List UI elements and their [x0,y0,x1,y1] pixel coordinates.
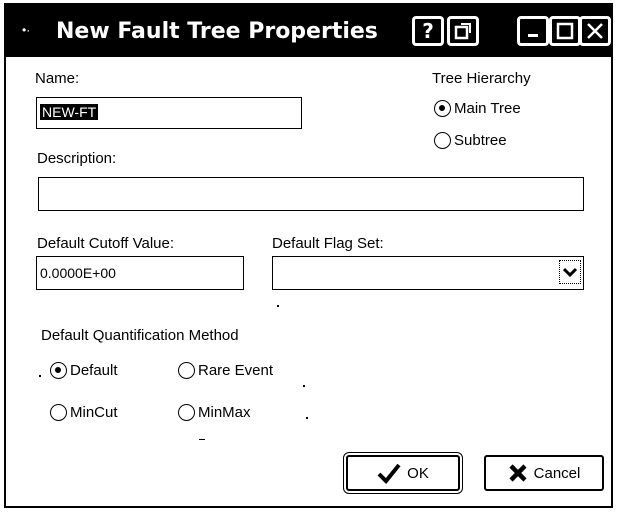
radio-button[interactable] [50,362,67,379]
checkmark-icon [377,463,401,484]
radio-minmax-label: MinMax [198,404,251,421]
minimize-button[interactable] [517,16,549,46]
radio-mincut[interactable]: MinCut [50,404,118,421]
name-input[interactable]: NEW-FT [36,97,302,129]
radio-rare-event-label: Rare Event [198,362,274,379]
radio-default[interactable]: Default [50,362,118,379]
description-input[interactable] [38,177,584,211]
question-mark-icon: ? [422,19,434,43]
radio-main-tree-label: Main Tree [454,100,521,117]
flag-set-select[interactable] [272,256,584,290]
flag-set-label: Default Flag Set: [272,235,384,252]
title-bar[interactable]: •· New Fault Tree Properties ? [6,5,611,57]
description-label: Description: [37,150,117,167]
maximize-button[interactable] [549,16,581,46]
restore-window-icon [454,23,471,40]
name-input-value: NEW-FT [40,104,99,120]
close-button[interactable] [579,16,611,46]
cutoff-input[interactable]: 0.0000E+00 [36,256,244,290]
window-title: New Fault Tree Properties [56,19,378,44]
ok-button[interactable]: OK [343,452,463,494]
cutoff-label: Default Cutoff Value: [37,235,175,252]
cancel-button[interactable]: Cancel [484,455,604,491]
quantification-method-label: Default Quantification Method [41,327,239,344]
scan-speck [39,375,41,377]
radio-button[interactable] [178,362,195,379]
name-label: Name: [35,70,80,87]
scan-speck [306,417,308,419]
radio-subtree[interactable]: Subtree [434,132,507,149]
radio-mincut-label: MinCut [70,404,118,421]
scan-speck [277,305,279,307]
close-icon [587,23,603,39]
system-menu-icon[interactable]: •· [22,23,30,37]
radio-subtree-label: Subtree [454,132,507,149]
scan-speck [199,439,205,440]
scan-speck [303,385,305,387]
radio-default-label: Default [70,362,118,379]
radio-button[interactable] [434,100,451,117]
maximize-icon [556,22,574,40]
cancel-button-label: Cancel [533,464,581,482]
minimize-icon [528,34,538,37]
radio-rare-event[interactable]: Rare Event [178,362,273,379]
radio-main-tree[interactable]: Main Tree [434,100,521,117]
dropdown-button[interactable] [559,260,581,284]
radio-button[interactable] [178,404,195,421]
restore-button[interactable] [447,16,479,46]
radio-button[interactable] [434,132,451,149]
tree-hierarchy-label: Tree Hierarchy [432,70,531,87]
ok-button-label: OK [407,464,429,482]
chevron-down-icon [563,267,577,277]
cutoff-input-value: 0.0000E+00 [40,265,116,281]
help-button[interactable]: ? [412,16,444,46]
fault-tree-properties-dialog: •· New Fault Tree Properties ? Name: NEW… [4,3,613,508]
radio-button[interactable] [50,404,67,421]
radio-minmax[interactable]: MinMax [178,404,251,421]
x-mark-icon [509,464,527,482]
